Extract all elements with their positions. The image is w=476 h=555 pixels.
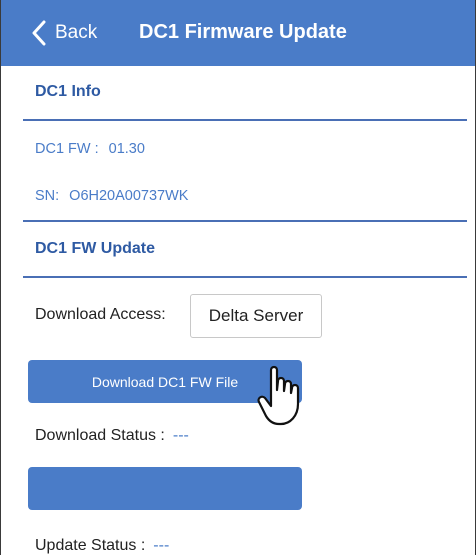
divider — [23, 220, 467, 222]
section-header-dc1-info: DC1 Info — [35, 83, 101, 100]
serial-number-value: O6H20A00737WK — [69, 188, 189, 204]
update-fw-button[interactable] — [28, 467, 302, 510]
divider — [23, 276, 467, 278]
fw-version-label: DC1 FW : — [35, 141, 99, 157]
download-access-select[interactable]: Delta Server — [190, 294, 322, 338]
serial-number-label: SN: — [35, 188, 60, 204]
fw-version-value: 01.30 — [108, 141, 145, 157]
update-status-label: Update Status : — [35, 537, 146, 554]
divider — [23, 119, 467, 121]
download-status-value: --- — [172, 427, 189, 444]
navigation-bar: Back DC1 Firmware Update — [1, 0, 475, 66]
section-header-fw-update: DC1 FW Update — [35, 240, 155, 257]
fw-version-row: DC1 FW : 01.30 — [35, 141, 145, 157]
back-label: Back — [55, 22, 98, 43]
back-button[interactable]: Back — [31, 19, 97, 47]
serial-number-row: SN: O6H20A00737WK — [35, 188, 188, 204]
download-status-label: Download Status : — [35, 427, 165, 444]
chevron-left-icon — [32, 20, 46, 46]
update-status-row: Update Status : --- — [35, 537, 169, 555]
app-screen: Back DC1 Firmware Update DC1 Info DC1 FW… — [0, 0, 476, 555]
update-status-value: --- — [153, 537, 170, 554]
download-access-label: Download Access: — [35, 306, 166, 323]
page-title: DC1 Firmware Update — [139, 21, 347, 43]
download-status-row: Download Status : --- — [35, 427, 189, 445]
hand-pointer-icon — [257, 365, 300, 426]
